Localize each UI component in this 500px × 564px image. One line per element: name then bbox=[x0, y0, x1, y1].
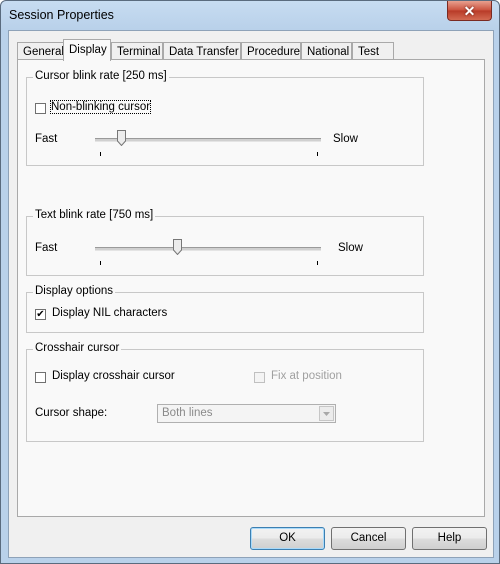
dialog-client: General Display Terminal Data Transfer P… bbox=[8, 30, 494, 558]
cursor-shape-value: Both lines bbox=[162, 407, 213, 419]
display-options-group-label: Display options bbox=[33, 285, 115, 297]
fix-at-position-label[interactable]: Fix at position bbox=[271, 370, 342, 382]
tab-test[interactable]: Test bbox=[352, 42, 394, 60]
display-nil-checkbox[interactable]: ✔ bbox=[35, 309, 46, 320]
text-blink-slider-thumb[interactable] bbox=[173, 239, 183, 255]
cursor-fast-label: Fast bbox=[35, 133, 58, 145]
crosshair-group-label: Crosshair cursor bbox=[33, 342, 122, 354]
cursor-blink-slider-track[interactable] bbox=[95, 138, 321, 142]
fix-at-position-checkbox[interactable] bbox=[254, 372, 265, 383]
slider-tick bbox=[100, 152, 101, 156]
slider-tick bbox=[100, 261, 101, 265]
tab-terminal[interactable]: Terminal bbox=[111, 42, 163, 60]
non-blinking-cursor-checkbox[interactable] bbox=[35, 103, 46, 114]
text-blink-group: Text blink rate [750 ms] Fast Slow bbox=[26, 209, 424, 276]
cursor-blink-slider-thumb[interactable] bbox=[116, 130, 126, 146]
cursor-blink-group-label: Cursor blink rate [250 ms] bbox=[33, 70, 169, 82]
cursor-shape-select[interactable]: Both lines bbox=[157, 404, 336, 423]
crosshair-group: Crosshair cursor Display crosshair curso… bbox=[26, 342, 424, 442]
display-options-group: Display options ✔ Display NIL characters bbox=[26, 285, 424, 333]
display-tab-panel: Cursor blink rate [250 ms] Non-blinking … bbox=[17, 59, 485, 517]
close-button[interactable]: ✕ bbox=[447, 1, 492, 21]
checkmark-icon: ✔ bbox=[36, 308, 45, 320]
dropdown-arrow-icon[interactable] bbox=[319, 406, 334, 421]
slider-tick bbox=[317, 152, 318, 156]
display-crosshair-label[interactable]: Display crosshair cursor bbox=[52, 370, 175, 382]
text-fast-label: Fast bbox=[35, 242, 58, 254]
help-button[interactable]: Help bbox=[412, 527, 487, 550]
tab-national[interactable]: National bbox=[301, 42, 352, 60]
cursor-slow-label: Slow bbox=[333, 133, 358, 145]
close-icon: ✕ bbox=[463, 2, 476, 19]
cursor-shape-label: Cursor shape: bbox=[35, 407, 108, 419]
text-blink-slider-track[interactable] bbox=[95, 247, 321, 251]
session-properties-dialog: Session Properties ✕ General Display Ter… bbox=[0, 0, 500, 564]
display-crosshair-checkbox[interactable] bbox=[35, 372, 46, 383]
text-blink-group-label: Text blink rate [750 ms] bbox=[33, 209, 156, 221]
window-title: Session Properties bbox=[9, 8, 114, 22]
slider-tick bbox=[317, 261, 318, 265]
tab-display[interactable]: Display bbox=[63, 39, 111, 61]
cancel-button[interactable]: Cancel bbox=[331, 527, 406, 550]
non-blinking-cursor-label[interactable]: Non-blinking cursor bbox=[49, 100, 152, 114]
text-slow-label: Slow bbox=[338, 242, 363, 254]
ok-button[interactable]: OK bbox=[250, 527, 325, 550]
cursor-blink-group: Cursor blink rate [250 ms] Non-blinking … bbox=[26, 70, 424, 166]
tab-data-transfer[interactable]: Data Transfer bbox=[163, 42, 241, 60]
tab-procedure[interactable]: Procedure bbox=[241, 42, 301, 60]
display-nil-label[interactable]: Display NIL characters bbox=[52, 307, 167, 319]
tab-general[interactable]: General bbox=[17, 42, 64, 60]
